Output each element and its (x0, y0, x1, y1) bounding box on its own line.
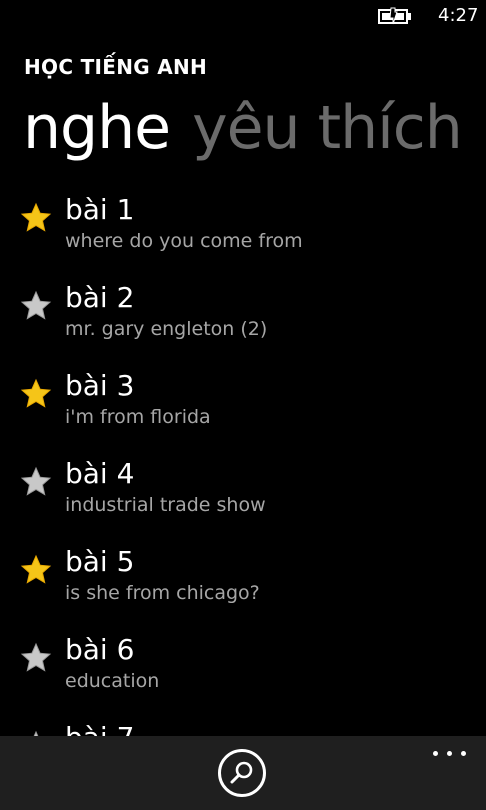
star-outline-icon[interactable] (20, 466, 52, 498)
star-filled-icon[interactable] (20, 378, 52, 410)
clock: 4:27 (438, 5, 479, 26)
lesson-title: bài 6 (65, 633, 135, 666)
star-outline-icon[interactable] (20, 642, 52, 674)
lesson-title: bài 7 (65, 720, 134, 736)
search-button[interactable] (218, 749, 266, 797)
lesson-title: bài 2 (65, 281, 135, 314)
status-bar: 4:27 (0, 0, 486, 32)
lesson-subtitle: is she from chicago? (65, 582, 260, 604)
app-title: HỌC TIẾNG ANH (24, 55, 208, 79)
more-icon (433, 751, 438, 756)
lesson-title: bài 3 (65, 369, 135, 402)
app-bar (0, 736, 486, 810)
lesson-title: bài 4 (65, 457, 135, 490)
list-item[interactable]: bài 7 (0, 716, 486, 736)
more-button[interactable] (430, 742, 470, 762)
star-filled-icon[interactable] (20, 202, 52, 234)
lesson-subtitle: mr. gary engleton (2) (65, 318, 268, 340)
more-icon (461, 751, 466, 756)
lesson-subtitle: where do you come from (65, 230, 303, 252)
list-item[interactable]: bài 3 i'm from florida (0, 364, 486, 452)
lesson-subtitle: education (65, 670, 160, 692)
lesson-title: bài 1 (65, 193, 135, 226)
list-item[interactable]: bài 2 mr. gary engleton (2) (0, 276, 486, 364)
more-icon (447, 751, 452, 756)
pivot-tab-yeu-thich[interactable]: yêu thích (192, 88, 463, 168)
battery-charging-icon (378, 7, 411, 25)
list-item[interactable]: bài 5 is she from chicago? (0, 540, 486, 628)
pivot-header: nghe yêu thích (23, 88, 486, 168)
star-outline-icon[interactable] (20, 290, 52, 322)
lesson-title: bài 5 (65, 545, 135, 578)
search-icon (230, 761, 253, 784)
list-item[interactable]: bài 6 education (0, 628, 486, 716)
lesson-subtitle: industrial trade show (65, 494, 266, 516)
pivot-tab-nghe[interactable]: nghe (23, 88, 171, 168)
list-item[interactable]: bài 1 where do you come from (0, 188, 486, 276)
lesson-subtitle: i'm from florida (65, 406, 211, 428)
lesson-list: bài 1 where do you come from bài 2 mr. g… (0, 188, 486, 736)
list-item[interactable]: bài 4 industrial trade show (0, 452, 486, 540)
star-filled-icon[interactable] (20, 554, 52, 586)
